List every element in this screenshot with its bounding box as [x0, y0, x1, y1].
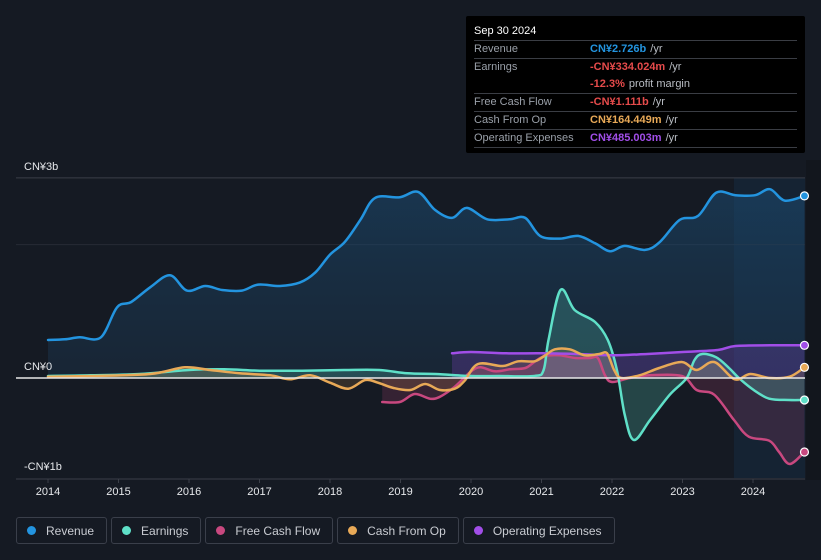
- tooltip-row-value: -CN¥334.024m: [590, 61, 666, 73]
- tooltip-row: Operating Expenses CN¥485.003m/yr: [474, 130, 797, 148]
- x-tick-label: 2018: [318, 486, 342, 498]
- legend: Revenue Earnings Free Cash Flow Cash From O…: [16, 517, 615, 544]
- revenue-end-dot: [799, 191, 810, 201]
- tooltip-row: Free Cash Flow -CN¥1.111b/yr: [474, 94, 797, 112]
- tooltip-row: Revenue CN¥2.726b/yr: [474, 41, 797, 59]
- legend-item-cash-from-op[interactable]: Cash From Op: [337, 517, 459, 544]
- tooltip-row-label: [474, 76, 590, 93]
- legend-dot-icon: [348, 526, 358, 535]
- legend-item-revenue[interactable]: Revenue: [16, 517, 108, 544]
- operating-expenses-end-dot: [799, 340, 810, 350]
- tooltip-row-label: Free Cash Flow: [474, 96, 552, 108]
- tooltip-row-value: CN¥485.003m: [590, 132, 662, 144]
- tooltip-row-unit: /yr: [652, 96, 665, 108]
- tooltip-row-unit: /yr: [665, 132, 678, 144]
- x-tick-label: 2019: [388, 486, 412, 498]
- free-cash-flow-end-dot: [799, 447, 810, 457]
- tooltip-row-unit: profit margin: [628, 78, 690, 90]
- tooltip-row: Earnings -CN¥334.024m/yr: [474, 59, 797, 76]
- cash-from-op-end-dot: [799, 362, 810, 372]
- legend-item-earnings[interactable]: Earnings: [111, 517, 202, 544]
- legend-label: Free Cash Flow: [235, 523, 321, 538]
- x-tick-label: 2014: [36, 486, 60, 498]
- tooltip-row-label: Operating Expenses: [474, 132, 574, 144]
- y-tick-label: CN¥0: [24, 361, 52, 373]
- legend-dot-icon: [27, 526, 36, 535]
- x-tick-label: 2017: [247, 486, 271, 498]
- tooltip-row-value: -CN¥1.111b: [590, 96, 649, 108]
- tooltip-row-label: Revenue: [474, 43, 519, 55]
- y-tick-label: CN¥3b: [24, 161, 58, 173]
- legend-dot-icon: [216, 526, 226, 535]
- tooltip: Sep 30 2024 Revenue CN¥2.726b/yr Earnings -…: [466, 16, 805, 153]
- tooltip-row-unit: /yr: [665, 114, 678, 126]
- x-tick-label: 2020: [459, 486, 483, 498]
- y-tick-label: -CN¥1b: [24, 461, 62, 473]
- tooltip-row-value: CN¥2.726b: [590, 43, 647, 55]
- tooltip-row-unit: /yr: [650, 43, 663, 55]
- tooltip-row: Cash From Op CN¥164.449m/yr: [474, 112, 797, 130]
- x-tick-label: 2022: [600, 486, 624, 498]
- x-tick-label: 2021: [529, 486, 553, 498]
- earnings-end-dot: [799, 395, 810, 405]
- legend-label: Revenue: [46, 523, 95, 538]
- legend-label: Cash From Op: [367, 523, 446, 538]
- tooltip-row: -12.3% profit margin: [474, 76, 797, 94]
- legend-label: Operating Expenses: [492, 523, 602, 538]
- x-tick-label: 2024: [741, 486, 765, 498]
- chart-right-strip: [806, 160, 821, 480]
- tooltip-row-value: CN¥164.449m: [590, 114, 662, 126]
- x-tick-label: 2015: [106, 486, 130, 498]
- legend-item-operating-expenses[interactable]: Operating Expenses: [462, 517, 615, 544]
- tooltip-row-label: Earnings: [474, 61, 518, 73]
- tooltip-date: Sep 30 2024: [474, 23, 797, 41]
- legend-item-free-cash-flow[interactable]: Free Cash Flow: [205, 517, 334, 544]
- legend-dot-icon: [122, 526, 132, 535]
- x-tick-label: 2016: [177, 486, 201, 498]
- tooltip-row-unit: /yr: [669, 61, 682, 73]
- tooltip-row-label: Cash From Op: [474, 114, 547, 126]
- legend-dot-icon: [473, 526, 483, 535]
- x-tick-label: 2023: [670, 486, 694, 498]
- tooltip-row-value: -12.3%: [590, 78, 625, 90]
- legend-label: Earnings: [141, 523, 189, 538]
